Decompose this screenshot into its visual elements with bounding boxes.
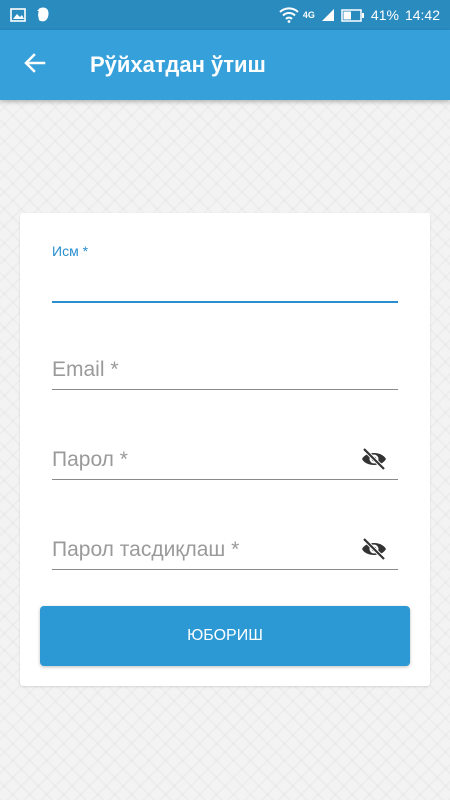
image-icon [10,8,26,22]
eye-off-icon[interactable] [360,537,388,566]
status-left [10,7,50,23]
arrow-left-icon [24,52,46,79]
signal-icon [321,8,335,22]
wifi-icon [279,7,299,23]
evernote-icon [36,7,50,23]
password-field-underline [52,479,398,480]
email-field[interactable]: Email * [52,353,398,393]
email-field-placeholder: Email * [52,358,119,381]
page-title: Рўйхатдан ўтиш [90,52,266,77]
network-type: 4G [302,10,315,20]
submit-button[interactable]: ЮБОРИШ [40,606,410,666]
battery-level: 41% [370,7,399,23]
name-field-underline [52,301,398,303]
email-field-underline [52,389,398,390]
confirm-password-underline [52,569,398,570]
app-bar: Рўйхатдан ўтиш [0,30,450,100]
name-field-label: Исм * [52,243,89,259]
confirm-password-field[interactable]: Парол тасдиқлаш * [52,533,398,573]
name-field[interactable]: Исм * [52,243,398,305]
status-bar: 4G 41% 14:42 [0,0,450,30]
password-field[interactable]: Парол * [52,443,398,483]
confirm-password-placeholder: Парол тасдиқлаш * [52,538,240,561]
back-button[interactable] [0,30,70,100]
clock: 14:42 [404,7,440,23]
registration-card: Исм * Email * Парол * Парол тасдиқлаш * [20,213,430,686]
submit-button-label: ЮБОРИШ [187,627,263,644]
battery-icon [341,8,365,22]
status-right: 4G 41% 14:42 [279,7,440,23]
eye-off-icon[interactable] [360,447,388,476]
password-field-placeholder: Парол * [52,448,128,471]
